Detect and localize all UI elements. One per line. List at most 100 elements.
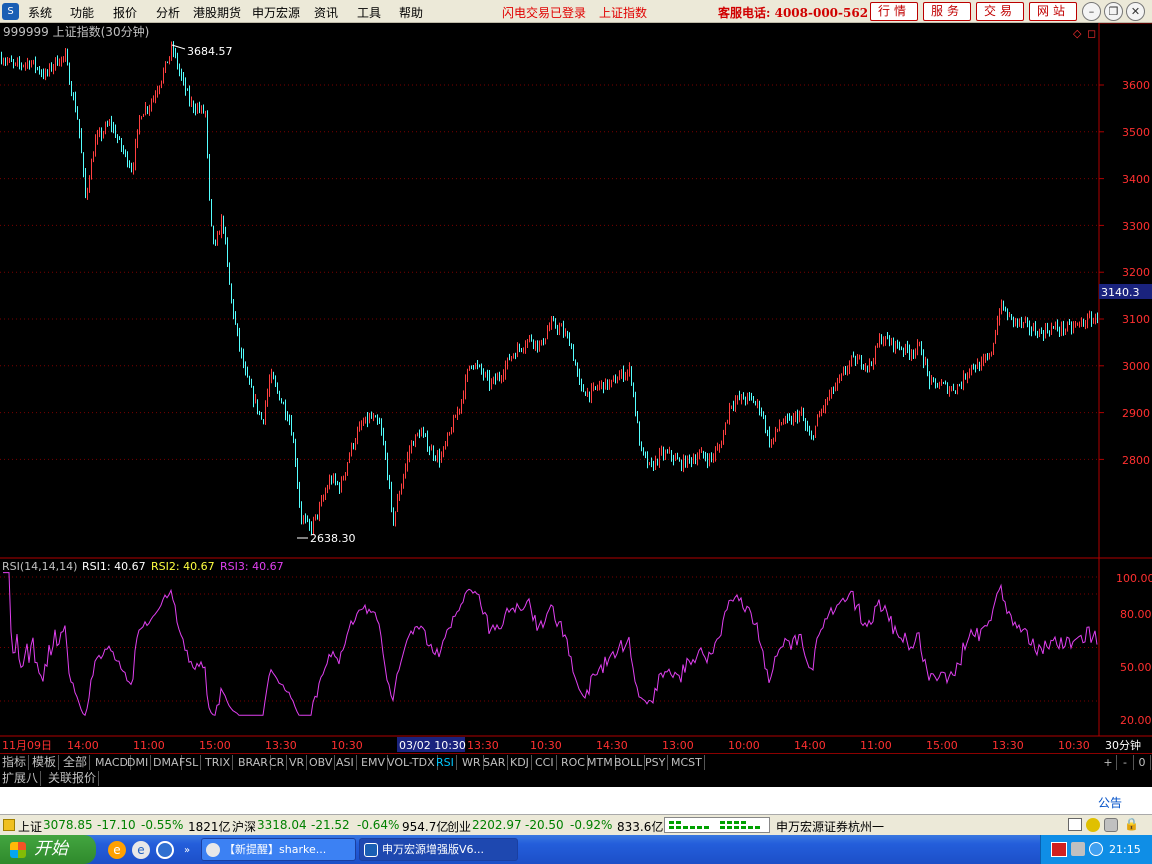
menu-hk-futures[interactable]: 港股期货: [193, 4, 241, 21]
price-grid: [0, 84, 1104, 460]
tab-obv[interactable]: OBV: [307, 755, 336, 770]
taskbar-item-browser[interactable]: 【新提醒】sharke...: [201, 838, 356, 861]
website-button[interactable]: 网站: [1029, 2, 1077, 21]
hs-change: -21.52: [311, 818, 350, 832]
price-tick: 3000: [1122, 360, 1150, 373]
close-icon[interactable]: ✕: [1126, 2, 1145, 21]
login-status: 闪电交易已登录: [502, 6, 587, 20]
period-label[interactable]: 30分钟: [1105, 738, 1141, 752]
restore-icon[interactable]: ❐: [1104, 2, 1123, 21]
menu-tools[interactable]: 工具: [357, 4, 381, 21]
zoom-out-button[interactable]: -: [1117, 755, 1134, 770]
tab-roc[interactable]: ROC: [559, 755, 588, 770]
lock-small-icon[interactable]: 🔒: [1124, 817, 1139, 831]
network-icon[interactable]: [1071, 842, 1085, 856]
price-tick: 2800: [1122, 454, 1150, 467]
tab-rsi[interactable]: RSI: [434, 755, 457, 770]
tab-emv[interactable]: EMV: [359, 755, 388, 770]
ie-icon[interactable]: e: [108, 841, 126, 859]
high-label: 3684.57: [187, 45, 233, 58]
hs-name: 沪深: [232, 820, 257, 834]
tab-extend[interactable]: 扩展八: [0, 771, 42, 786]
lock-icon[interactable]: [3, 819, 15, 831]
index-status[interactable]: 上证指数: [599, 4, 647, 21]
bell-icon[interactable]: [1086, 818, 1100, 832]
broker-name: 申万宏源证券杭州一: [776, 820, 885, 834]
sh-change: -17.10: [97, 818, 136, 832]
tab-dmi[interactable]: DMI: [125, 755, 152, 770]
tab-cr[interactable]: CR: [267, 755, 288, 770]
service-button[interactable]: 服务: [923, 2, 971, 21]
browser-icon[interactable]: e: [132, 841, 150, 859]
taskbar-item-trading-app[interactable]: 申万宏源增强版V6...: [359, 838, 518, 861]
tab-wr[interactable]: WR: [460, 755, 484, 770]
rsi2-label: RSI2: 40.67: [151, 560, 215, 573]
menu-help[interactable]: 帮助: [399, 4, 423, 21]
hs-price: 3318.04: [257, 818, 307, 832]
diamond-icon[interactable]: ◇: [1073, 27, 1082, 40]
price-tick: 3100: [1122, 313, 1150, 326]
cy-change: -20.50: [525, 818, 564, 832]
start-button[interactable]: 开始: [0, 835, 96, 864]
market-button[interactable]: 行情: [870, 2, 918, 21]
cy-pct: -0.92%: [570, 818, 613, 832]
status-bar: 上证 3078.85 -17.10 -0.55% 1821亿 沪深 3318.0…: [0, 814, 1152, 835]
info-band: 公告: [0, 787, 1152, 814]
menu-news[interactable]: 资讯: [314, 4, 338, 21]
tab-cci[interactable]: CCI: [533, 755, 557, 770]
kline-chart[interactable]: 999999 上证指数(30分钟) ◇ ◻ 3684.57 2638.30 36…: [0, 23, 1152, 753]
minimize-icon[interactable]: –: [1082, 2, 1101, 21]
menu-quote[interactable]: 报价: [113, 4, 137, 21]
time-label: 13:30: [467, 739, 499, 752]
taskbar-item-label: 【新提醒】sharke...: [224, 843, 327, 856]
rsi-title: RSI(14,14,14): [2, 560, 77, 573]
time-label: 15:00: [199, 739, 231, 752]
menu-function[interactable]: 功能: [70, 4, 94, 21]
reset-button[interactable]: 0: [1134, 755, 1151, 770]
notice-link[interactable]: 公告: [1098, 794, 1122, 811]
rsi1-label: RSI1: 40.67: [82, 560, 146, 573]
chart-area[interactable]: 999999 上证指数(30分钟) ◇ ◻ 3684.57 2638.30 36…: [0, 23, 1152, 753]
rsi-tick: 50.00: [1120, 661, 1152, 674]
tab-psy[interactable]: PSY: [643, 755, 669, 770]
time-label: 11月09日: [2, 739, 52, 752]
tab-indicator[interactable]: 指标: [0, 755, 30, 770]
sh-price: 3078.85: [43, 818, 93, 832]
price-tick: 3200: [1122, 266, 1150, 279]
tab-vr[interactable]: VR: [287, 755, 308, 770]
flag-icon[interactable]: [1051, 842, 1067, 857]
tab-vol-tdx[interactable]: VOL-TDX: [385, 755, 438, 770]
window-icon[interactable]: [1068, 818, 1082, 831]
tab-mcst[interactable]: MCST: [669, 755, 705, 770]
tab-boll[interactable]: BOLL: [612, 755, 646, 770]
settings-icon[interactable]: [1104, 818, 1118, 832]
cy-vol: 833.6亿: [617, 820, 664, 834]
tab-brar[interactable]: BRAR: [236, 755, 271, 770]
expand-icon[interactable]: ◻: [1087, 27, 1096, 40]
tab-sar[interactable]: SAR: [481, 755, 509, 770]
tab-trix[interactable]: TRIX: [203, 755, 234, 770]
tab-kdj[interactable]: KDJ: [508, 755, 532, 770]
start-label: 开始: [34, 839, 68, 859]
shield-icon[interactable]: [1089, 842, 1103, 856]
zoom-in-button[interactable]: +: [1100, 755, 1117, 770]
low-label: 2638.30: [310, 532, 356, 545]
time-label: 13:00: [662, 739, 694, 752]
menu-bar: S 系统 功能 报价 分析 港股期货 申万宏源 资讯 工具 帮助 闪电交易已登录…: [0, 0, 1152, 23]
menu-shenwan[interactable]: 申万宏源: [252, 4, 300, 21]
clock[interactable]: 21:15: [1109, 843, 1141, 856]
tab-asi[interactable]: ASI: [334, 755, 357, 770]
tab-fsl[interactable]: FSL: [177, 755, 202, 770]
trade-button[interactable]: 交易: [976, 2, 1024, 21]
globe-icon[interactable]: [156, 841, 174, 859]
tab-template[interactable]: 模板: [30, 755, 60, 770]
chevron-icon[interactable]: »: [184, 845, 190, 856]
taskbar-item-label: 申万宏源增强版V6...: [382, 843, 485, 856]
tab-all[interactable]: 全部: [61, 755, 91, 770]
tab-related-quotes[interactable]: 关联报价: [46, 771, 100, 786]
current-price: 3140.3: [1101, 286, 1140, 299]
app-logo-icon[interactable]: S: [2, 3, 19, 20]
menu-system[interactable]: 系统: [28, 4, 52, 21]
menu-analysis[interactable]: 分析: [156, 4, 180, 21]
indicator-tabs: 指标 模板 全部 MACD DMI DMA FSL TRIX BRAR CR V…: [0, 753, 1152, 770]
